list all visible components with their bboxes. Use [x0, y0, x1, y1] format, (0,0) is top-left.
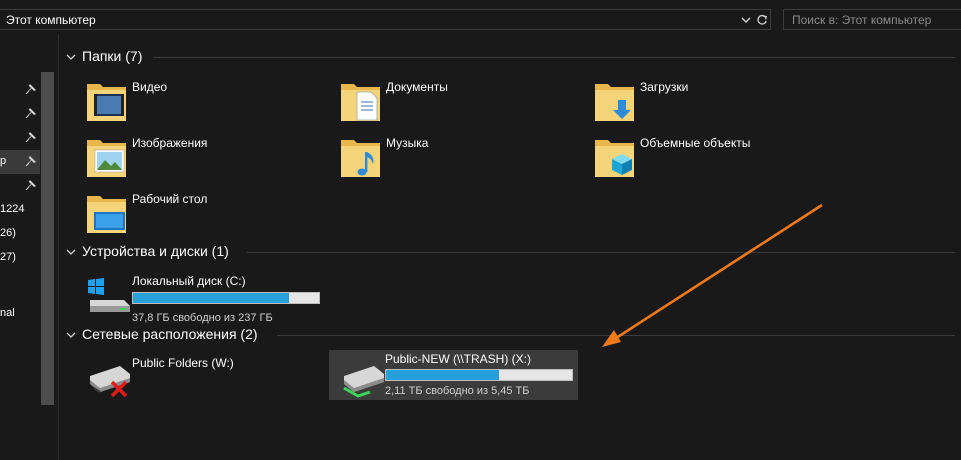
folder-tile-3d-objects[interactable]: Объемные объекты [594, 132, 842, 182]
group-header-network[interactable]: Сетевые расположения (2) [65, 325, 955, 345]
search-input[interactable] [784, 10, 961, 29]
group-divider [153, 57, 955, 58]
pin-icon[interactable] [25, 155, 37, 167]
folder-label: Объемные объекты [640, 136, 751, 150]
folder-label: Изображения [132, 136, 208, 150]
chevron-down-icon[interactable] [65, 246, 77, 258]
folder-tile-pictures[interactable]: Изображения [86, 132, 334, 182]
refresh-icon[interactable] [755, 12, 769, 28]
group-divider [277, 335, 955, 336]
chevron-down-icon[interactable] [65, 329, 77, 341]
folder-label: Видео [132, 80, 168, 94]
drive-tile-c[interactable]: Локальный диск (C:) 37,8 ГБ свободно из … [86, 270, 334, 324]
nav-item-label: р [0, 155, 7, 167]
nav-scrollbar-thumb[interactable] [41, 72, 54, 405]
nav-item[interactable] [0, 78, 40, 102]
folder-tile-documents[interactable]: Документы [340, 76, 588, 126]
pin-icon[interactable] [25, 131, 37, 143]
address-bar[interactable]: Этот компьютер [0, 9, 771, 30]
group-title: Сетевые расположения (2) [82, 326, 258, 342]
nav-item-label: 26) [0, 227, 16, 239]
address-path[interactable]: Этот компьютер [6, 13, 96, 27]
network-drive-icon [343, 366, 384, 398]
group-header-folders[interactable]: Папки (7) [65, 47, 955, 67]
disk-usage-bar [385, 369, 573, 381]
windows-drive-icon [88, 278, 130, 312]
chevron-down-icon[interactable] [739, 12, 753, 28]
folder-label: Документы [386, 80, 448, 94]
nav-item-label: 27) [0, 251, 16, 263]
folder-tile-downloads[interactable]: Загрузки [594, 76, 842, 126]
disk-usage-bar [132, 292, 320, 304]
group-title: Папки (7) [82, 48, 143, 64]
nav-item-this-pc[interactable]: р [0, 150, 40, 174]
group-divider [247, 252, 955, 253]
nav-item[interactable] [0, 102, 40, 126]
network-drive-tile-w[interactable]: Public Folders (W:) [86, 352, 334, 402]
nav-item[interactable] [0, 126, 40, 150]
disconnected-network-drive-icon [90, 366, 130, 398]
nav-item[interactable]: nal [0, 302, 40, 326]
folder-tile-music[interactable]: Музыка [340, 132, 588, 182]
pin-icon[interactable] [25, 83, 37, 95]
search-box[interactable] [783, 9, 961, 30]
desktop-folder-icon [87, 196, 126, 233]
music-folder-icon [341, 140, 380, 177]
pin-icon[interactable] [25, 107, 37, 119]
drive-free-space: 2,11 ТБ свободно из 5,45 ТБ [385, 385, 530, 397]
group-title: Устройства и диски (1) [82, 243, 229, 259]
top-bar: Этот компьютер [0, 0, 961, 34]
nav-item[interactable]: 1224 [0, 198, 40, 222]
navigation-pane: р 1224 26) 27) nal [0, 34, 59, 460]
group-header-devices[interactable]: Устройства и диски (1) [65, 242, 955, 262]
folder-label: Загрузки [640, 80, 689, 94]
pictures-folder-icon [87, 140, 126, 177]
network-drive-tile-x[interactable]: Public-NEW (\\TRASH) (X:) 2,11 ТБ свобод… [329, 350, 578, 400]
nav-item[interactable]: 26) [0, 222, 40, 246]
folder-tile-video[interactable]: Видео [86, 76, 334, 126]
video-folder-icon [87, 84, 126, 121]
chevron-down-icon[interactable] [65, 51, 77, 63]
documents-folder-icon [341, 84, 380, 121]
folder-tile-desktop[interactable]: Рабочий стол [86, 188, 334, 238]
folder-label: Рабочий стол [132, 192, 208, 206]
nav-item[interactable]: 27) [0, 246, 40, 270]
folder-label: Музыка [386, 136, 429, 150]
downloads-folder-icon [595, 84, 634, 121]
drive-label: Public-NEW (\\TRASH) (X:) [385, 352, 532, 366]
disk-usage-fill [133, 293, 290, 303]
drive-free-space: 37,8 ГБ свободно из 237 ГБ [132, 312, 273, 324]
3d-objects-folder-icon [595, 140, 634, 177]
pin-icon[interactable] [25, 179, 37, 191]
nav-item-label: nal [0, 307, 15, 319]
drive-label: Локальный диск (C:) [132, 274, 246, 288]
nav-item-label: 1224 [0, 203, 25, 215]
nav-item[interactable] [0, 174, 40, 198]
drive-label: Public Folders (W:) [132, 356, 234, 370]
content-area: Папки (7) Видео Документы Загрузки Изобр… [59, 34, 961, 460]
disk-usage-fill [386, 370, 500, 380]
